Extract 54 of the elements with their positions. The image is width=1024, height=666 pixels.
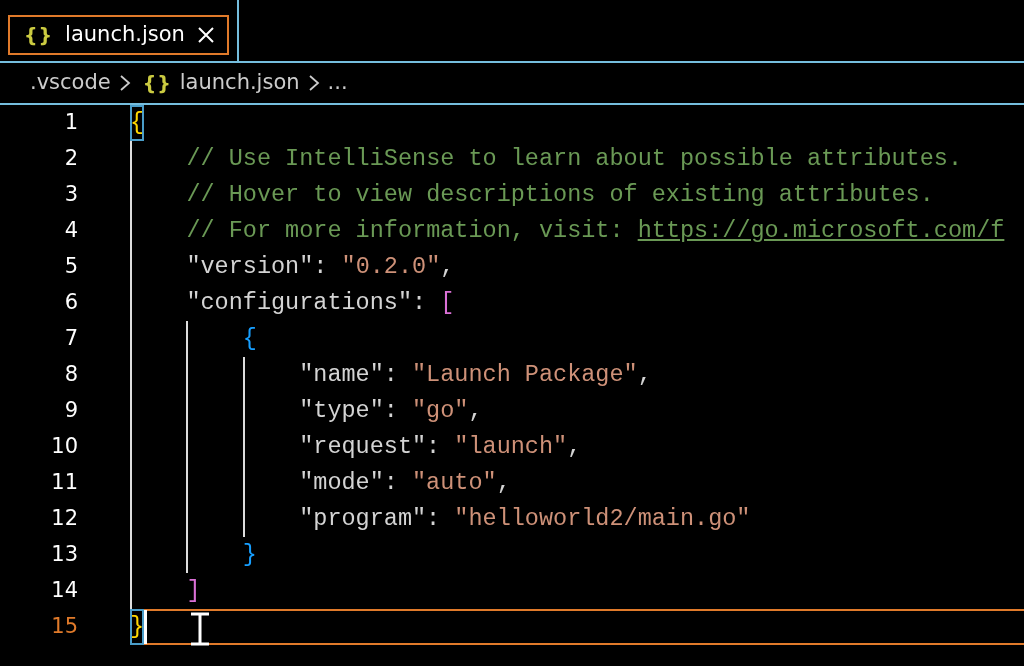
editor-tab[interactable]: {} launch.json — [8, 15, 229, 55]
code-comment: // Hover to view descriptions of existing attributes. — [186, 180, 934, 211]
line-number: 12 — [50, 505, 79, 533]
code-comment: // For more information, visit: — [186, 216, 625, 247]
comma: , — [440, 252, 455, 283]
line-number: 14 — [50, 577, 79, 605]
bracket: } — [130, 609, 145, 645]
json-key: "configurations": — [186, 285, 441, 321]
line-number: 3 — [63, 181, 79, 209]
bracket: [ — [440, 288, 455, 319]
json-string: "Launch Package" — [412, 360, 638, 391]
bracket: ] — [186, 576, 201, 607]
line-number: 15 — [50, 613, 79, 641]
json-string: "go" — [412, 396, 469, 427]
code-link[interactable]: https://go.microsoft.com/f — [637, 213, 1005, 249]
json-string: "0.2.0" — [341, 252, 441, 283]
json-key: "version": — [186, 249, 342, 285]
text-caret — [144, 610, 148, 644]
comma: , — [567, 432, 582, 463]
json-file-icon: {} — [142, 68, 172, 98]
close-icon[interactable] — [196, 26, 215, 44]
line-number: 9 — [63, 397, 79, 425]
comma: , — [637, 360, 652, 391]
breadcrumb-item[interactable]: launch.json — [179, 67, 300, 99]
bracket: { — [130, 105, 145, 141]
line-number: 7 — [63, 325, 79, 353]
json-file-icon: {} — [24, 20, 54, 50]
bracket: } — [242, 540, 257, 571]
breadcrumb-item[interactable]: .vscode — [30, 67, 111, 99]
json-key: "name": — [299, 357, 412, 393]
comma: , — [468, 396, 483, 427]
line-number: 6 — [63, 289, 79, 317]
line-number: 10 — [50, 433, 79, 461]
code-comment: // Use IntelliSense to learn about possible attributes. — [186, 144, 963, 175]
json-string: "helloworld2/main.go" — [454, 504, 751, 535]
json-string: "auto" — [412, 468, 497, 499]
chevron-right-icon — [118, 73, 131, 93]
json-key: "program": — [299, 501, 455, 537]
breadcrumb-item[interactable]: ... — [327, 67, 348, 99]
json-key: "mode": — [299, 465, 412, 501]
line-number: 5 — [63, 253, 79, 281]
json-key: "type": — [299, 393, 412, 429]
line-number: 2 — [63, 145, 79, 173]
line-number: 4 — [63, 217, 79, 245]
ibeam-cursor-icon — [188, 612, 212, 646]
bracket: { — [242, 324, 257, 355]
line-number: 1 — [63, 109, 79, 137]
line-number: 13 — [50, 541, 79, 569]
comma: , — [496, 468, 511, 499]
json-key: "request": — [299, 429, 455, 465]
json-string: "launch" — [454, 432, 568, 463]
line-number: 8 — [63, 361, 79, 389]
chevron-right-icon — [307, 73, 320, 93]
line-number: 11 — [50, 469, 79, 497]
